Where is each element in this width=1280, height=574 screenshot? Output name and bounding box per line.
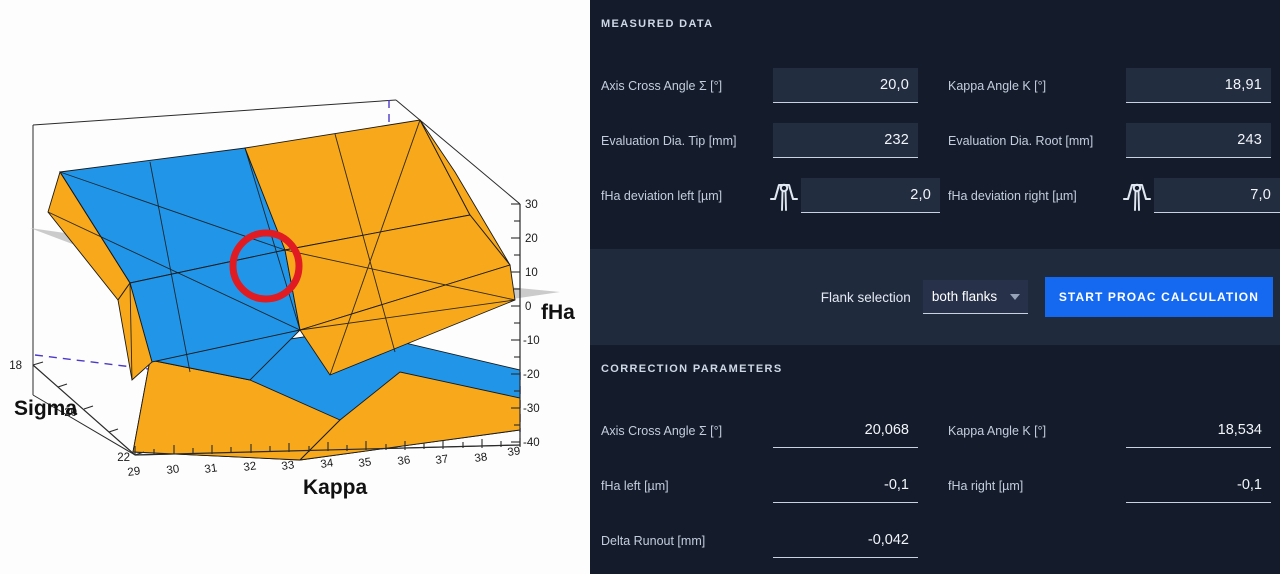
table-row: Axis Cross Angle Σ [°] 20,0 Kappa Angle … [590, 58, 1280, 113]
table-row: Evaluation Dia. Tip [mm] 232 Evaluation … [590, 113, 1280, 168]
field-fha-deviation-right: fHa deviation right [µm] 7,0 [940, 168, 1280, 223]
surface-plot-canvas: 30 20 10 0 -10 -20 -30 -40 fHa 29 30 31 … [0, 0, 590, 574]
evaluation-dia-root-input[interactable]: 243 [1126, 123, 1271, 158]
fha-left-corrected-value: -0,1 [773, 468, 918, 503]
correction-parameters-section: CORRECTION PARAMETERS Axis Cross Angle Σ… [590, 345, 1280, 574]
field-label: Kappa Angle K [°] [948, 78, 1047, 93]
field-value: -0,1 [1237, 477, 1262, 493]
field-label: Axis Cross Angle Σ [°] [601, 423, 723, 438]
flank-selection-value: both flanks [931, 289, 998, 304]
field-evaluation-dia-tip: Evaluation Dia. Tip [mm] 232 [590, 113, 940, 168]
field-axis-cross-angle-measured: Axis Cross Angle Σ [°] 20,0 [590, 58, 940, 113]
gear-flank-icon [769, 179, 799, 213]
field-label: Kappa Angle K [°] [948, 423, 1047, 438]
kappa-angle-input[interactable]: 18,91 [1126, 68, 1271, 103]
svg-text:34: 34 [320, 457, 335, 471]
field-empty-placeholder [940, 513, 1280, 568]
table-row: fHa left [µm] -0,1 fHa right [µm] -0,1 [590, 458, 1280, 513]
svg-text:31: 31 [204, 462, 218, 476]
svg-text:-40: -40 [523, 437, 540, 449]
field-value: -0,042 [867, 532, 909, 548]
table-row: Delta Runout [mm] -0,042 [590, 513, 1280, 568]
chevron-down-icon [1009, 293, 1020, 300]
delta-runout-value: -0,042 [773, 523, 918, 558]
svg-text:33: 33 [281, 459, 295, 473]
correction-parameters-rows: Axis Cross Angle Σ [°] 20,068 Kappa Angl… [590, 403, 1280, 568]
svg-text:29: 29 [127, 465, 141, 479]
field-label: Axis Cross Angle Σ [°] [601, 78, 723, 93]
axis-cross-angle-corrected-value: 20,068 [773, 413, 918, 448]
field-delta-runout: Delta Runout [mm] -0,042 [590, 513, 940, 568]
fha-right-corrected-value: -0,1 [1126, 468, 1271, 503]
start-proac-calculation-button[interactable]: START PROAC CALCULATION [1044, 277, 1273, 317]
svg-text:-30: -30 [523, 403, 540, 415]
field-fha-right-corrected: fHa right [µm] -0,1 [940, 458, 1280, 513]
field-label: Evaluation Dia. Root [mm] [948, 133, 1094, 148]
field-label: fHa deviation right [µm] [948, 188, 1077, 203]
measured-data-title: MEASURED DATA [601, 18, 714, 30]
field-label: Delta Runout [mm] [601, 533, 706, 548]
field-label: fHa right [µm] [948, 478, 1024, 493]
evaluation-dia-tip-input[interactable]: 232 [773, 123, 918, 158]
svg-text:32: 32 [243, 460, 257, 474]
surface-plot-pane: 30 20 10 0 -10 -20 -30 -40 fHa 29 30 31 … [0, 0, 590, 574]
gear-flank-icon [1122, 179, 1152, 213]
svg-text:38: 38 [474, 451, 488, 465]
table-row: fHa deviation left [µm] 2,0 fHa deviatio… [590, 168, 1280, 223]
proac-calculation-screen: 30 20 10 0 -10 -20 -30 -40 fHa 29 30 31 … [0, 0, 1280, 574]
field-value: -0,1 [884, 477, 909, 493]
svg-text:30: 30 [525, 199, 538, 211]
empty-value [1126, 523, 1271, 558]
svg-text:37: 37 [435, 453, 449, 467]
surface-plot-svg: 30 20 10 0 -10 -20 -30 -40 fHa 29 30 31 … [9, 99, 575, 499]
svg-text:22: 22 [117, 452, 130, 464]
field-label: fHa left [µm] [601, 478, 669, 493]
field-value: 18,534 [1217, 422, 1262, 438]
field-value: 2,0 [910, 187, 931, 203]
field-kappa-angle-corrected: Kappa Angle K [°] 18,534 [940, 403, 1280, 458]
measured-data-rows: Axis Cross Angle Σ [°] 20,0 Kappa Angle … [590, 58, 1280, 223]
flank-selection-label: Flank selection [820, 289, 911, 305]
field-fha-deviation-left: fHa deviation left [µm] 2,0 [590, 168, 940, 223]
correction-parameters-title: CORRECTION PARAMETERS [601, 363, 783, 375]
svg-text:39: 39 [507, 445, 521, 459]
field-axis-cross-angle-corrected: Axis Cross Angle Σ [°] 20,068 [590, 403, 940, 458]
svg-text:36: 36 [397, 454, 411, 468]
axis-fha-tick-labels: 30 20 10 0 -10 -20 -30 -40 [523, 199, 540, 449]
field-value: 243 [1237, 132, 1262, 148]
svg-text:35: 35 [358, 456, 372, 470]
measured-data-section: MEASURED DATA Axis Cross Angle Σ [°] 20,… [590, 0, 1280, 249]
svg-text:20: 20 [525, 233, 538, 245]
field-label: fHa deviation left [µm] [601, 188, 723, 203]
field-fha-left-corrected: fHa left [µm] -0,1 [590, 458, 940, 513]
table-row: Axis Cross Angle Σ [°] 20,068 Kappa Angl… [590, 403, 1280, 458]
field-evaluation-dia-root: Evaluation Dia. Root [mm] 243 [940, 113, 1280, 168]
field-value: 232 [884, 132, 909, 148]
field-value: 20,0 [879, 77, 909, 93]
svg-text:-20: -20 [523, 369, 540, 381]
field-value: 18,91 [1224, 77, 1262, 93]
fha-deviation-right-input[interactable]: 7,0 [1154, 178, 1280, 213]
svg-text:18: 18 [9, 360, 22, 372]
flank-selection-dropdown[interactable]: both flanks [922, 280, 1028, 314]
kappa-angle-corrected-value: 18,534 [1126, 413, 1271, 448]
field-value: 20,068 [864, 422, 909, 438]
field-kappa-angle-measured: Kappa Angle K [°] 18,91 [940, 58, 1280, 113]
svg-text:-10: -10 [523, 335, 540, 347]
axis-title-sigma: Sigma [14, 397, 77, 420]
parameters-panel: MEASURED DATA Axis Cross Angle Σ [°] 20,… [590, 0, 1280, 574]
field-label: Evaluation Dia. Tip [mm] [601, 133, 737, 148]
fha-deviation-left-input[interactable]: 2,0 [801, 178, 940, 213]
axis-title-fha: fHa [541, 301, 575, 324]
action-bar: Flank selection both flanks START PROAC … [590, 249, 1280, 345]
svg-text:0: 0 [525, 301, 531, 313]
svg-text:30: 30 [166, 463, 180, 477]
svg-text:10: 10 [525, 267, 538, 279]
field-value: 7,0 [1250, 187, 1271, 203]
axis-title-kappa: Kappa [303, 476, 368, 499]
axis-cross-angle-input[interactable]: 20,0 [773, 68, 918, 103]
